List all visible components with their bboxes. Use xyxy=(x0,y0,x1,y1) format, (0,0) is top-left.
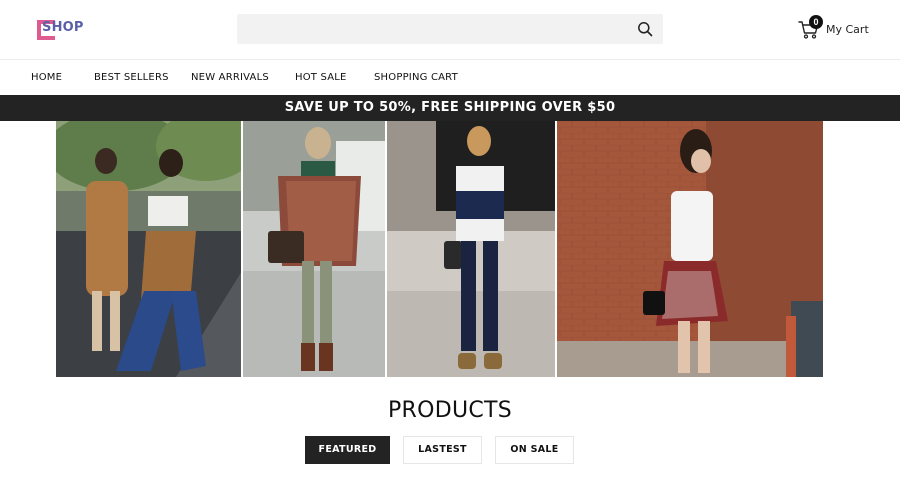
tab-lastest[interactable]: LASTEST xyxy=(403,436,482,464)
hero-photo-1 xyxy=(56,121,256,377)
search-input[interactable] xyxy=(237,14,627,44)
logo-text: SHOP xyxy=(42,20,84,35)
cart-icon: 0 xyxy=(798,15,823,40)
nav-item-shopping-cart[interactable]: SHOPPING CART xyxy=(374,72,458,83)
hero-photo-2 xyxy=(242,121,386,377)
hero-photo-3 xyxy=(386,121,556,377)
hero-photo-4 xyxy=(556,121,823,377)
cart-label: My Cart xyxy=(826,22,869,36)
cart-button[interactable]: 0 My Cart xyxy=(798,15,869,42)
nav-item-hot-sale[interactable]: HOT SALE xyxy=(295,72,347,83)
hero-banner-image[interactable] xyxy=(56,121,823,377)
shop-logo[interactable]: SHOP xyxy=(37,19,83,41)
nav-item-best-sellers[interactable]: BEST SELLERS xyxy=(94,72,169,83)
search-bar xyxy=(237,14,663,44)
cart-count-badge: 0 xyxy=(809,15,823,29)
nav-item-home[interactable]: HOME xyxy=(31,72,62,83)
nav-item-new-arrivals[interactable]: NEW ARRIVALS xyxy=(191,72,269,83)
tab-on-sale[interactable]: ON SALE xyxy=(495,436,574,464)
products-title: PRODUCTS xyxy=(387,398,513,423)
search-icon[interactable] xyxy=(637,21,653,37)
main-nav: HOME BEST SELLERS NEW ARRIVALS HOT SALE … xyxy=(0,61,900,95)
site-header: SHOP 0 My Cart xyxy=(0,0,900,60)
promo-banner: SAVE UP TO 50%, FREE SHIPPING OVER $50 xyxy=(0,95,900,121)
tab-featured[interactable]: FEATURED xyxy=(305,436,390,464)
